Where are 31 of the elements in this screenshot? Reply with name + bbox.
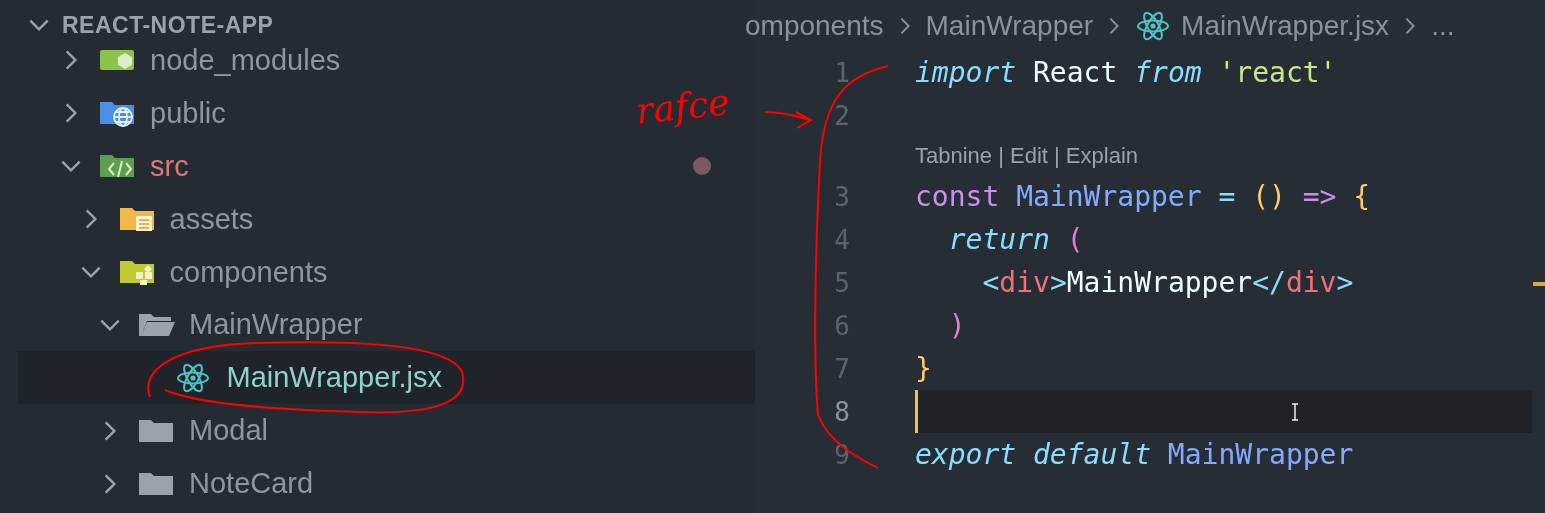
handwritten-note: rafce (634, 81, 732, 132)
tree-item[interactable]: components (0, 245, 336, 299)
tree-item-label: MainWrapper (189, 308, 363, 342)
tree-item[interactable]: MainWrapper (0, 298, 371, 352)
code-line: const MainWrapper = () => { (915, 180, 1371, 213)
tree-item-label: NoteCard (189, 467, 314, 501)
breadcrumb-item[interactable]: MainWrapper (925, 9, 1094, 42)
code-line: export default MainWrapper (915, 438, 1354, 471)
tree-item[interactable]: MainWrapper.jsx (18, 351, 755, 405)
breadcrumb-item[interactable]: MainWrapper.jsx (1181, 9, 1390, 42)
breadcrumb-item[interactable]: ... (1431, 9, 1455, 42)
code-line: ) (947, 309, 966, 342)
tree-item-label: assets (169, 202, 254, 236)
line-number: 8 (833, 396, 850, 427)
breadcrumb-item[interactable]: omponents (745, 9, 884, 42)
code-line: return ( (947, 223, 1084, 256)
tree-item[interactable]: assets (0, 192, 262, 246)
code-line: } (915, 352, 932, 385)
tree-item-label: components (169, 255, 328, 289)
tree-item[interactable]: Modal (0, 404, 276, 458)
code-line: import React from 'react' (915, 56, 1337, 89)
code-line: <div>MainWrapper</div> (981, 266, 1354, 299)
tree-item-label: src (150, 149, 189, 183)
tree-item-label: MainWrapper.jsx (226, 361, 442, 395)
tree-item[interactable]: NoteCard (0, 457, 322, 510)
tree-item-label: node_modules (150, 43, 341, 77)
tree-item[interactable]: src (0, 139, 755, 193)
codelens-links[interactable]: Tabnine | Edit | Explain (915, 143, 1138, 169)
tree-item[interactable]: public (0, 86, 234, 140)
tree-item-label: public (150, 96, 226, 130)
tree-item-label: Modal (189, 414, 268, 448)
